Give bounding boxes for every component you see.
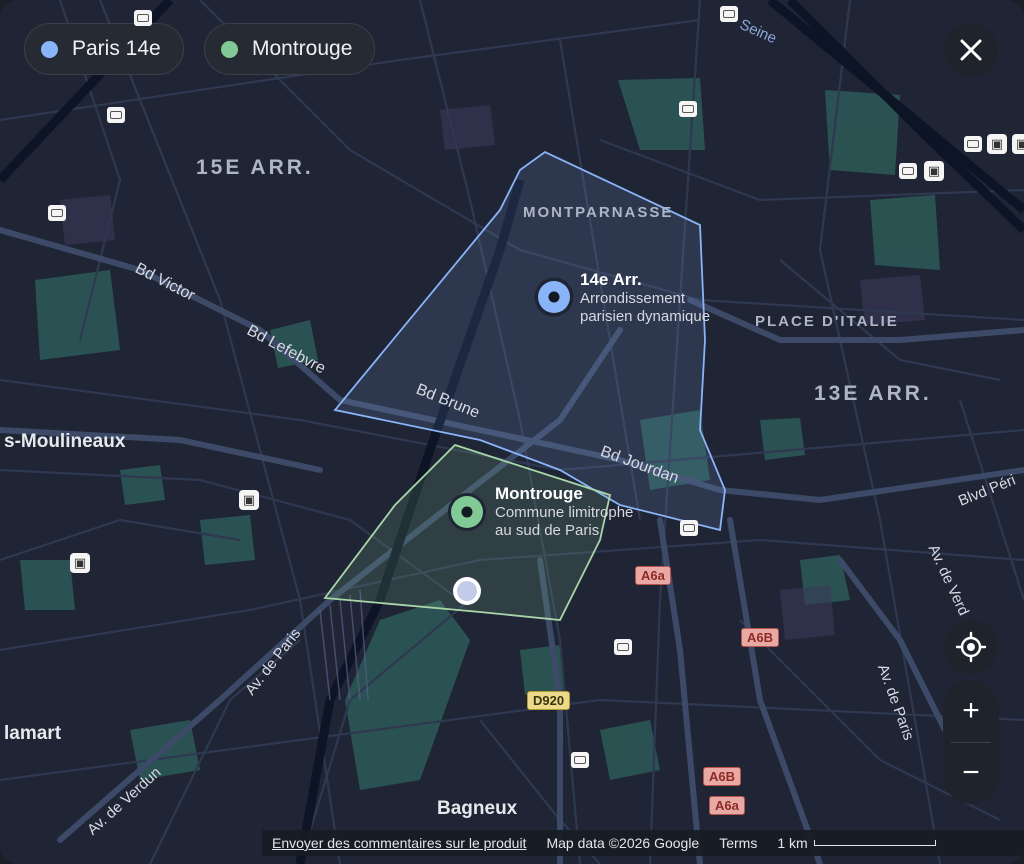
terms-link[interactable]: Terms — [719, 835, 757, 851]
place-subtitle: Commune limitrophe — [495, 504, 634, 521]
district-label-15e: 15E ARR. — [196, 156, 314, 179]
train-station-icon[interactable]: ▣ — [987, 134, 1007, 154]
rer-station-icon[interactable] — [571, 752, 589, 768]
rer-station-icon[interactable] — [614, 639, 632, 655]
my-location-button[interactable] — [944, 620, 998, 674]
chip-montrouge[interactable]: Montrouge — [204, 23, 376, 75]
rer-station-icon[interactable] — [720, 6, 738, 22]
map-base-layer — [0, 0, 1024, 864]
rer-station-icon[interactable] — [680, 520, 698, 536]
rer-station-icon[interactable] — [964, 136, 982, 152]
town-label-moulineaux: s-Moulineaux — [4, 431, 126, 452]
quarter-label-place-italie: PLACE D'ITALIE — [755, 313, 899, 330]
zoom-controls: + − — [943, 680, 999, 804]
minus-icon: − — [962, 756, 980, 789]
train-station-icon[interactable]: ▣ — [239, 490, 259, 510]
paris14-marker — [534, 277, 574, 317]
road-shield-a6a: A6a — [709, 796, 745, 815]
chip-label: Paris 14e — [72, 37, 161, 60]
rer-station-icon[interactable] — [899, 163, 917, 179]
train-station-icon[interactable]: ▣ — [70, 553, 90, 573]
train-station-icon[interactable]: ▣ — [924, 161, 944, 181]
rer-station-icon[interactable] — [107, 107, 125, 123]
rer-station-icon[interactable] — [679, 101, 697, 117]
district-label-13e: 13E ARR. — [814, 382, 932, 405]
road-shield-a6b: A6B — [741, 628, 780, 647]
zoom-in-button[interactable]: + — [943, 680, 999, 742]
zoom-divider — [951, 742, 991, 743]
place-subtitle: Arrondissement — [580, 290, 686, 307]
rer-station-icon[interactable] — [48, 205, 66, 221]
feedback-link[interactable]: Envoyer des commentaires sur le produit — [272, 835, 526, 851]
chip-label: Montrouge — [252, 37, 353, 60]
place-card-montrouge[interactable]: Montrouge Commune limitrophe au sud de P… — [495, 484, 633, 540]
train-station-icon[interactable]: ▣ — [1012, 134, 1024, 154]
plus-icon: + — [962, 694, 980, 727]
current-location-marker — [453, 577, 481, 605]
chip-paris-14e[interactable]: Paris 14e — [24, 23, 184, 75]
town-label-bagneux: Bagneux — [437, 798, 518, 819]
place-subtitle: parisien dynamique — [580, 308, 711, 325]
place-card-paris14[interactable]: 14e Arr. Arrondissement parisien dynamiq… — [580, 270, 710, 326]
place-title: Montrouge — [495, 484, 583, 503]
town-label-clamart: lamart — [4, 723, 62, 744]
chip-color-dot — [221, 40, 238, 58]
zoom-out-button[interactable]: − — [943, 742, 999, 804]
place-title: 14e Arr. — [580, 270, 642, 289]
map-footer: Envoyer des commentaires sur le produit … — [262, 830, 1024, 856]
scale-bar[interactable]: 1 km — [777, 835, 936, 851]
rer-station-icon[interactable] — [134, 10, 152, 26]
place-subtitle: au sud de Paris — [495, 522, 600, 539]
road-shield-a6b: A6B — [703, 767, 742, 786]
chip-color-dot — [41, 40, 58, 58]
map-canvas[interactable]: Paris 14e Montrouge 15E ARR. 13E ARR. MO… — [0, 0, 1024, 864]
close-icon — [960, 39, 982, 61]
scale-line — [813, 840, 936, 846]
scale-label: 1 km — [777, 835, 808, 851]
map-data-attribution: Map data ©2026 Google — [546, 835, 700, 851]
my-location-icon — [955, 631, 987, 663]
road-shield-d920: D920 — [527, 691, 571, 710]
quarter-label-montparnasse: MONTPARNASSE — [523, 204, 674, 221]
close-button[interactable] — [944, 23, 998, 77]
montrouge-marker — [448, 493, 486, 531]
road-shield-a6a: A6a — [635, 566, 671, 585]
